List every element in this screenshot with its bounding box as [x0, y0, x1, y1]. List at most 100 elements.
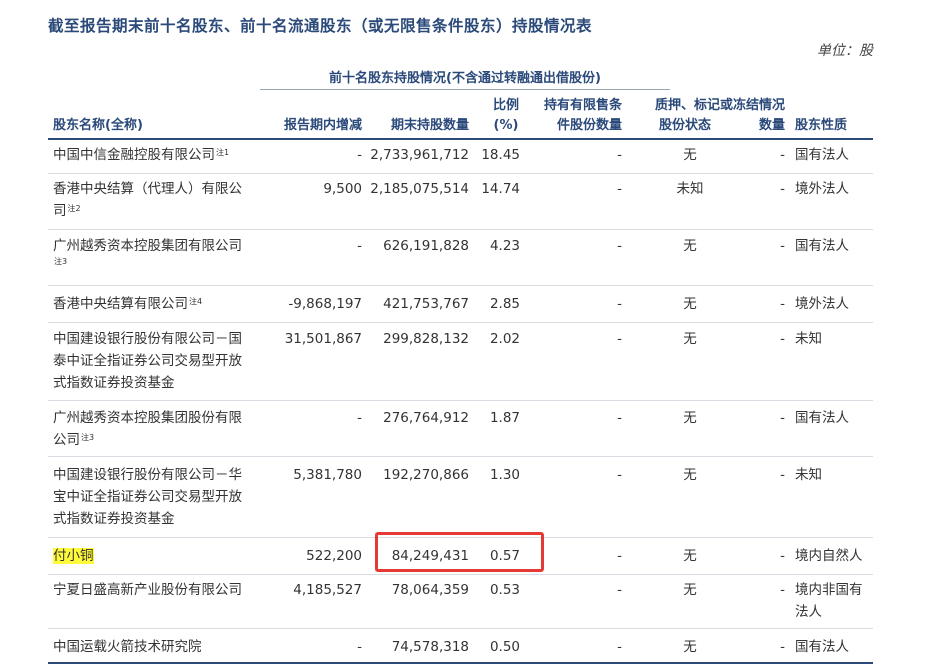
row-4-nature: 境外法人	[795, 296, 849, 312]
table-subtitle: 前十名股东持股情况(不含通过转融通出借股份)	[329, 71, 601, 86]
row-9-qty: -	[780, 582, 785, 598]
row-1-restricted: -	[617, 147, 622, 163]
row-3-status: 无	[683, 238, 697, 254]
row-9-restricted: -	[617, 582, 622, 598]
row-divider	[48, 574, 873, 575]
header-shares: 期末持股数量	[390, 118, 469, 133]
row-5-name: 中国建设银行股份有限公司－国 泰中证全指证券公司交易型开放 式指数证券投资基金	[53, 331, 242, 391]
row-3-nature: 国有法人	[795, 238, 849, 254]
row-10-qty: -	[780, 639, 785, 655]
row-divider	[48, 400, 873, 401]
row-7-qty: -	[780, 467, 785, 483]
row-7-restricted: -	[617, 467, 622, 483]
header-pledge-status: 股份状态	[658, 118, 711, 133]
row-3-change: -	[357, 238, 362, 254]
row-2-qty: -	[780, 181, 785, 197]
row-8-change: 522,200	[306, 548, 362, 564]
row-9-name: 宁夏日盛高新产业股份有限公司	[53, 582, 242, 598]
row-3-shares: 626,191,828	[383, 238, 469, 254]
row-7-shares: 192,270,866	[383, 467, 469, 483]
row-6-nature: 国有法人	[795, 410, 849, 426]
header-divider	[48, 138, 873, 140]
row-divider	[48, 456, 873, 457]
row-7-ratio: 1.30	[489, 467, 520, 483]
row-4-ratio: 2.85	[489, 296, 520, 312]
header-nature: 股东性质	[795, 118, 848, 133]
row-2-status: 未知	[676, 181, 704, 197]
header-ratio-line2: (%)	[493, 118, 519, 133]
row-1-shares: 2,733,961,712	[370, 147, 469, 163]
row-3-name: 广州越秀资本控股集团有限公司 注3	[53, 238, 242, 266]
row-10-name: 中国运载火箭技术研究院	[53, 639, 202, 655]
row-2-nature: 境外法人	[795, 181, 849, 197]
row-8-qty: -	[780, 548, 785, 564]
header-pledge-group: 质押、标记或冻结情况	[654, 98, 785, 113]
row-1-qty: -	[780, 147, 785, 163]
row-5-qty: -	[780, 331, 785, 347]
row-6-qty: -	[780, 410, 785, 426]
row-5-shares: 299,828,132	[383, 331, 469, 347]
row-1-ratio: 18.45	[481, 147, 520, 163]
highlighted-name: 付小铜	[53, 548, 94, 564]
row-6-status: 无	[683, 410, 697, 426]
row-6-name: 广州越秀资本控股集团股份有限 公司注3	[53, 410, 242, 448]
row-4-restricted: -	[617, 296, 622, 312]
row-7-name: 中国建设银行股份有限公司－华 宝中证全指证券公司交易型开放 式指数证券投资基金	[53, 467, 242, 527]
table-title: 截至报告期末前十名股东、前十名流通股东（或无限售条件股东）持股情况表	[48, 17, 593, 35]
row-1-status: 无	[683, 147, 697, 163]
row-5-ratio: 2.02	[489, 331, 520, 347]
row-3-ratio: 4.23	[489, 238, 520, 254]
row-10-shares: 74,578,318	[391, 639, 469, 655]
row-9-change: 4,185,527	[293, 582, 362, 598]
row-4-shares: 421,753,767	[383, 296, 469, 312]
row-divider	[48, 173, 873, 174]
header-ratio-line1: 比例	[492, 98, 519, 113]
row-9-ratio: 0.53	[489, 582, 520, 598]
row-divider	[48, 229, 873, 230]
row-10-change: -	[357, 639, 362, 655]
row-2-change: 9,500	[323, 181, 362, 197]
row-6-restricted: -	[617, 410, 622, 426]
row-4-qty: -	[780, 296, 785, 312]
row-divider	[48, 285, 873, 286]
header-name: 股东名称(全称)	[53, 118, 143, 133]
row-5-nature: 未知	[795, 331, 822, 347]
row-2-ratio: 14.74	[481, 181, 520, 197]
row-divider	[48, 628, 873, 629]
row-3-restricted: -	[617, 238, 622, 254]
row-5-change: 31,501,867	[284, 331, 362, 347]
row-8-status: 无	[683, 548, 697, 564]
row-1-nature: 国有法人	[795, 147, 849, 163]
row-9-nature: 境内非国有 法人	[795, 582, 863, 620]
unit-label: 单位：股	[817, 43, 873, 59]
row-5-restricted: -	[617, 331, 622, 347]
row-2-restricted: -	[617, 181, 622, 197]
row-2-shares: 2,185,075,514	[370, 181, 469, 197]
row-10-ratio: 0.50	[489, 639, 520, 655]
row-8-nature: 境内自然人	[795, 548, 863, 564]
row-3-qty: -	[780, 238, 785, 254]
row-7-status: 无	[683, 467, 697, 483]
row-10-restricted: -	[617, 639, 622, 655]
header-restricted-line2: 件股份数量	[556, 118, 622, 133]
row-10-status: 无	[683, 639, 697, 655]
subtitle-divider	[260, 89, 670, 90]
row-6-change: -	[357, 410, 362, 426]
row-8-name: 付小铜	[53, 545, 268, 567]
row-9-status: 无	[683, 582, 697, 598]
header-restricted-line1: 持有有限售条	[543, 98, 622, 113]
row-9-shares: 78,064,359	[391, 582, 469, 598]
row-1-change: -	[357, 147, 362, 163]
header-change: 报告期内增减	[283, 118, 362, 133]
row-4-status: 无	[683, 296, 697, 312]
row-6-ratio: 1.87	[489, 410, 520, 426]
row-2-name: 香港中央结算（代理人）有限公 司注2	[53, 181, 242, 219]
row-7-nature: 未知	[795, 467, 822, 483]
annotation-red-box	[375, 532, 544, 572]
row-5-status: 无	[683, 331, 697, 347]
row-1-name: 中国中信金融控股有限公司注1	[53, 147, 230, 163]
row-4-name: 香港中央结算有限公司注4	[53, 296, 203, 312]
row-7-change: 5,381,780	[293, 467, 362, 483]
row-10-nature: 国有法人	[795, 639, 849, 655]
row-4-change: -9,868,197	[288, 296, 362, 312]
